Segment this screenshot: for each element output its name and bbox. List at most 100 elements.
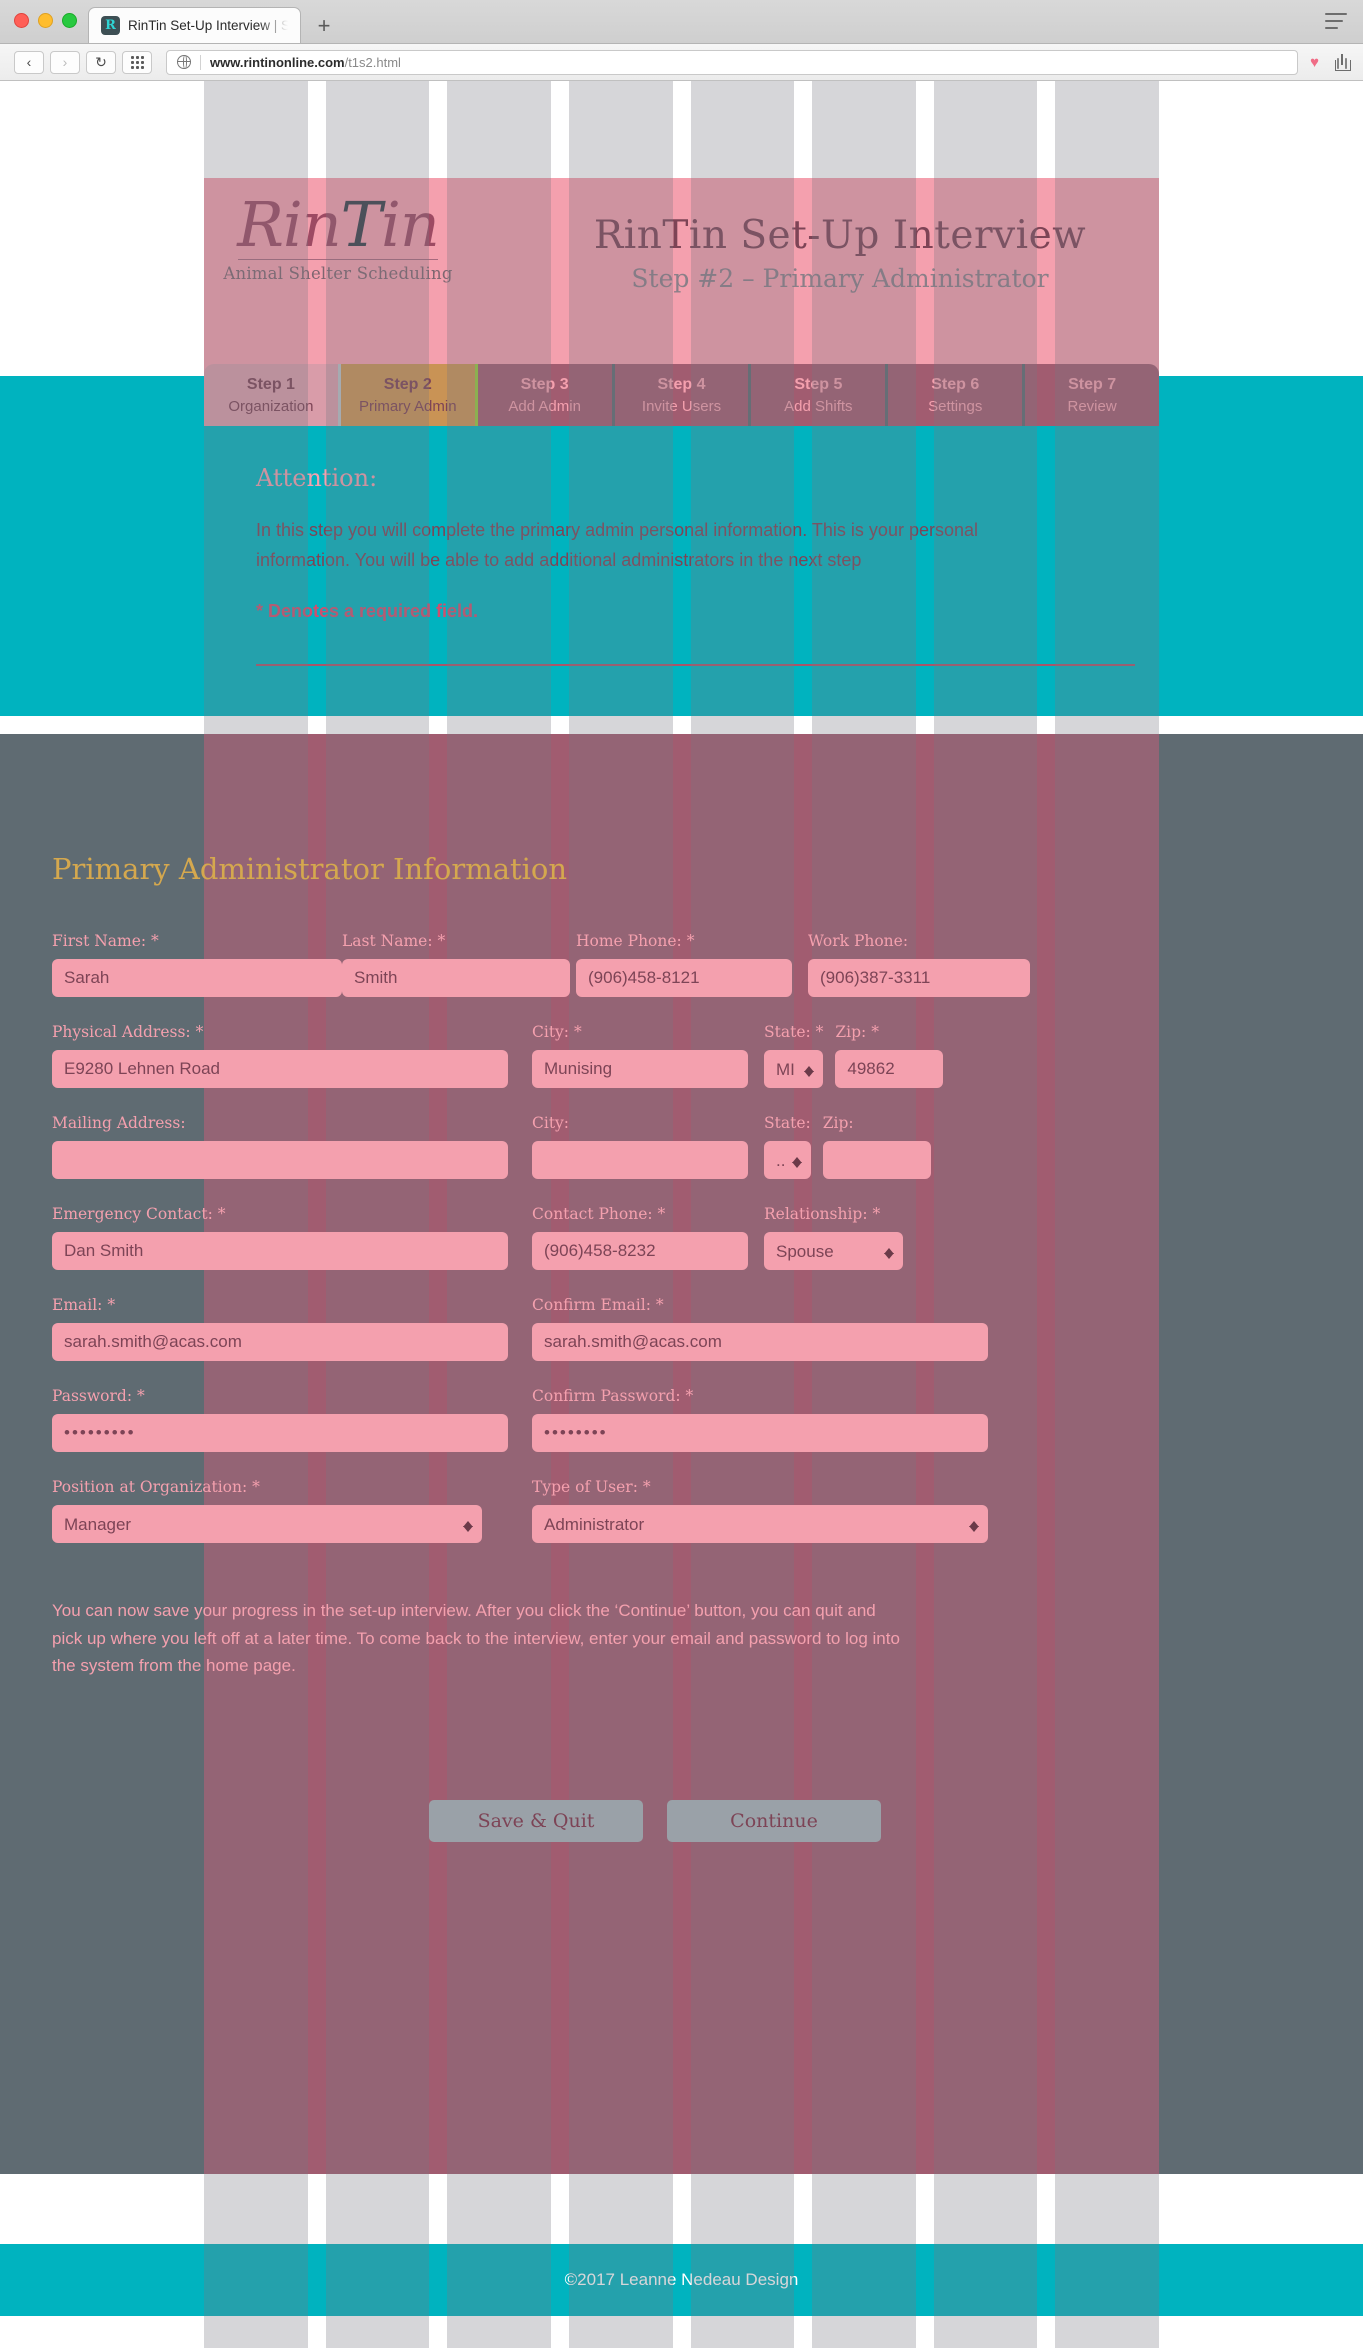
field-mailing-zip: Zip: <box>822 1114 931 1179</box>
bookmark-heart-icon[interactable]: ♥ <box>1310 54 1319 71</box>
email-input[interactable] <box>52 1323 508 1361</box>
step-tab-5[interactable]: Step 5 Add Shifts <box>751 364 889 426</box>
browser-tab-bar: R RinTin Set-Up Interview | Step + <box>0 0 1363 44</box>
step-tab-4[interactable]: Step 4 Invite Users <box>614 364 752 426</box>
form-row-mailing-address: Mailing Address: City: State: ... Zip: <box>52 1114 931 1179</box>
step-navigation[interactable]: Step 1 Organization Step 2 Primary Admin… <box>204 364 1160 426</box>
logo-tagline: Animal Shelter Scheduling <box>223 264 453 283</box>
step-number: Step 4 <box>657 375 706 393</box>
footer-gap <box>0 2174 1363 2244</box>
form-row-password: Password: * Confirm Password: * <box>52 1387 988 1452</box>
save-and-quit-button[interactable]: Save & Quit <box>429 1799 643 1842</box>
mailing-zip-input[interactable] <box>822 1141 931 1179</box>
form-row-names: First Name: * Last Name: * Home Phone: *… <box>52 932 1030 997</box>
physical-address-input[interactable] <box>52 1050 508 1088</box>
emergency-contact-label: Emergency Contact: * <box>52 1205 226 1223</box>
step-number: Step 7 <box>1068 375 1117 393</box>
step-label: Organization <box>228 397 314 415</box>
last-name-input[interactable] <box>342 959 570 997</box>
minimize-window-button[interactable] <box>38 13 53 28</box>
step-label: Primary Admin <box>359 397 457 415</box>
form-heading: Primary Administrator Information <box>52 852 568 886</box>
browser-url-bar: ‹ › ↻ www.rintinonline.com/t1s2.html ♥ <box>0 44 1363 81</box>
browser-tab[interactable]: R RinTin Set-Up Interview | Step <box>88 7 301 43</box>
attention-title: Attention: <box>256 464 378 492</box>
url-text: www.rintinonline.com/t1s2.html <box>210 55 401 70</box>
field-confirm-password: Confirm Password: * <box>532 1387 988 1452</box>
contact-phone-input[interactable] <box>532 1232 748 1270</box>
step-number: Step 1 <box>246 375 295 393</box>
mailing-state-select-wrapper[interactable]: ... <box>764 1141 811 1179</box>
step-tab-1[interactable]: Step 1 Organization <box>204 364 341 426</box>
step-label: Add Shifts <box>784 397 853 415</box>
mailing-address-label: Mailing Address: <box>52 1114 186 1132</box>
field-physical-address: Physical Address: * <box>52 1023 508 1088</box>
apps-grid-icon[interactable] <box>122 50 152 74</box>
user-type-select-wrapper[interactable]: Administrator <box>532 1505 988 1543</box>
confirm-email-input[interactable] <box>532 1323 988 1361</box>
field-position: Position at Organization: * Manager <box>52 1478 482 1543</box>
step-tab-3[interactable]: Step 3 Add Admin <box>477 364 615 426</box>
work-phone-input[interactable] <box>808 959 1030 997</box>
url-separator <box>200 54 201 70</box>
field-emergency-contact: Emergency Contact: * <box>52 1205 508 1270</box>
password-input[interactable] <box>52 1414 508 1452</box>
step-tab-7[interactable]: Step 7 Review <box>1025 364 1160 426</box>
close-window-button[interactable] <box>14 13 29 28</box>
address-field[interactable]: www.rintinonline.com/t1s2.html <box>166 49 1299 75</box>
attention-bottom-rule <box>256 664 1135 666</box>
city-input[interactable] <box>532 1050 748 1088</box>
step-number: Step 5 <box>794 375 843 393</box>
confirm-email-label: Confirm Email: * <box>532 1296 664 1314</box>
step-tab-6[interactable]: Step 6 Settings <box>888 364 1026 426</box>
zip-input[interactable] <box>835 1050 944 1088</box>
state-select-wrapper[interactable]: MI <box>764 1050 824 1088</box>
mailing-zip-label: Zip: <box>822 1114 854 1132</box>
reload-button[interactable]: ↻ <box>86 50 116 74</box>
position-select[interactable]: Manager <box>52 1505 482 1543</box>
mailing-state-label: State: <box>764 1114 811 1132</box>
relationship-label: Relationship: * <box>764 1205 881 1223</box>
mailing-state-select[interactable]: ... <box>764 1141 811 1179</box>
position-select-wrapper[interactable]: Manager <box>52 1505 482 1543</box>
forward-button[interactable]: › <box>50 50 80 74</box>
first-name-input[interactable] <box>52 959 342 997</box>
browser-tab-title: RinTin Set-Up Interview | Step <box>128 18 288 33</box>
main-form-section: Primary Administrator Information First … <box>0 734 1363 2174</box>
field-mailing-address: Mailing Address: <box>52 1114 508 1179</box>
relationship-select-wrapper[interactable]: Spouse <box>764 1232 903 1270</box>
site-logo[interactable]: RinTin Animal Shelter Scheduling <box>204 194 472 284</box>
maximize-window-button[interactable] <box>62 13 77 28</box>
last-name-label: Last Name: * <box>342 932 446 950</box>
globe-icon <box>176 54 191 69</box>
save-progress-note: You can now save your progress in the se… <box>52 1601 900 1676</box>
attention-panel: Attention: In this step you will complet… <box>204 376 1159 716</box>
user-type-select[interactable]: Administrator <box>532 1505 988 1543</box>
field-city-required: City: * <box>532 1023 748 1088</box>
city-label: City: * <box>532 1023 582 1041</box>
state-select[interactable]: MI <box>764 1050 824 1088</box>
emergency-contact-input[interactable] <box>52 1232 508 1270</box>
attention-content: Attention: In this step you will complet… <box>256 464 1099 622</box>
window-controls[interactable] <box>14 13 77 28</box>
url-domain: www.rintinonline.com <box>210 54 345 70</box>
attention-body-text: In this step you will complete the prima… <box>256 520 978 570</box>
share-icon[interactable] <box>1335 53 1351 71</box>
password-label: Password: * <box>52 1387 145 1405</box>
home-phone-input[interactable] <box>576 959 792 997</box>
mailing-address-input[interactable] <box>52 1141 508 1179</box>
browser-menu-icon[interactable] <box>1325 13 1347 29</box>
step-number: Step 6 <box>931 375 980 393</box>
new-tab-button[interactable]: + <box>307 9 341 43</box>
step-label: Review <box>1067 397 1117 415</box>
step-tab-2[interactable]: Step 2 Primary Admin <box>340 364 478 426</box>
mailing-city-input[interactable] <box>532 1141 748 1179</box>
form-row-email: Email: * Confirm Email: * <box>52 1296 988 1361</box>
continue-button[interactable]: Continue <box>667 1799 881 1842</box>
field-home-phone: Home Phone: * <box>576 932 792 997</box>
back-button[interactable]: ‹ <box>14 50 44 74</box>
form-row-emergency: Emergency Contact: * Contact Phone: * Re… <box>52 1205 903 1270</box>
confirm-password-input[interactable] <box>532 1414 988 1452</box>
zip-label: Zip: * <box>835 1023 879 1041</box>
relationship-select[interactable]: Spouse <box>764 1232 903 1270</box>
